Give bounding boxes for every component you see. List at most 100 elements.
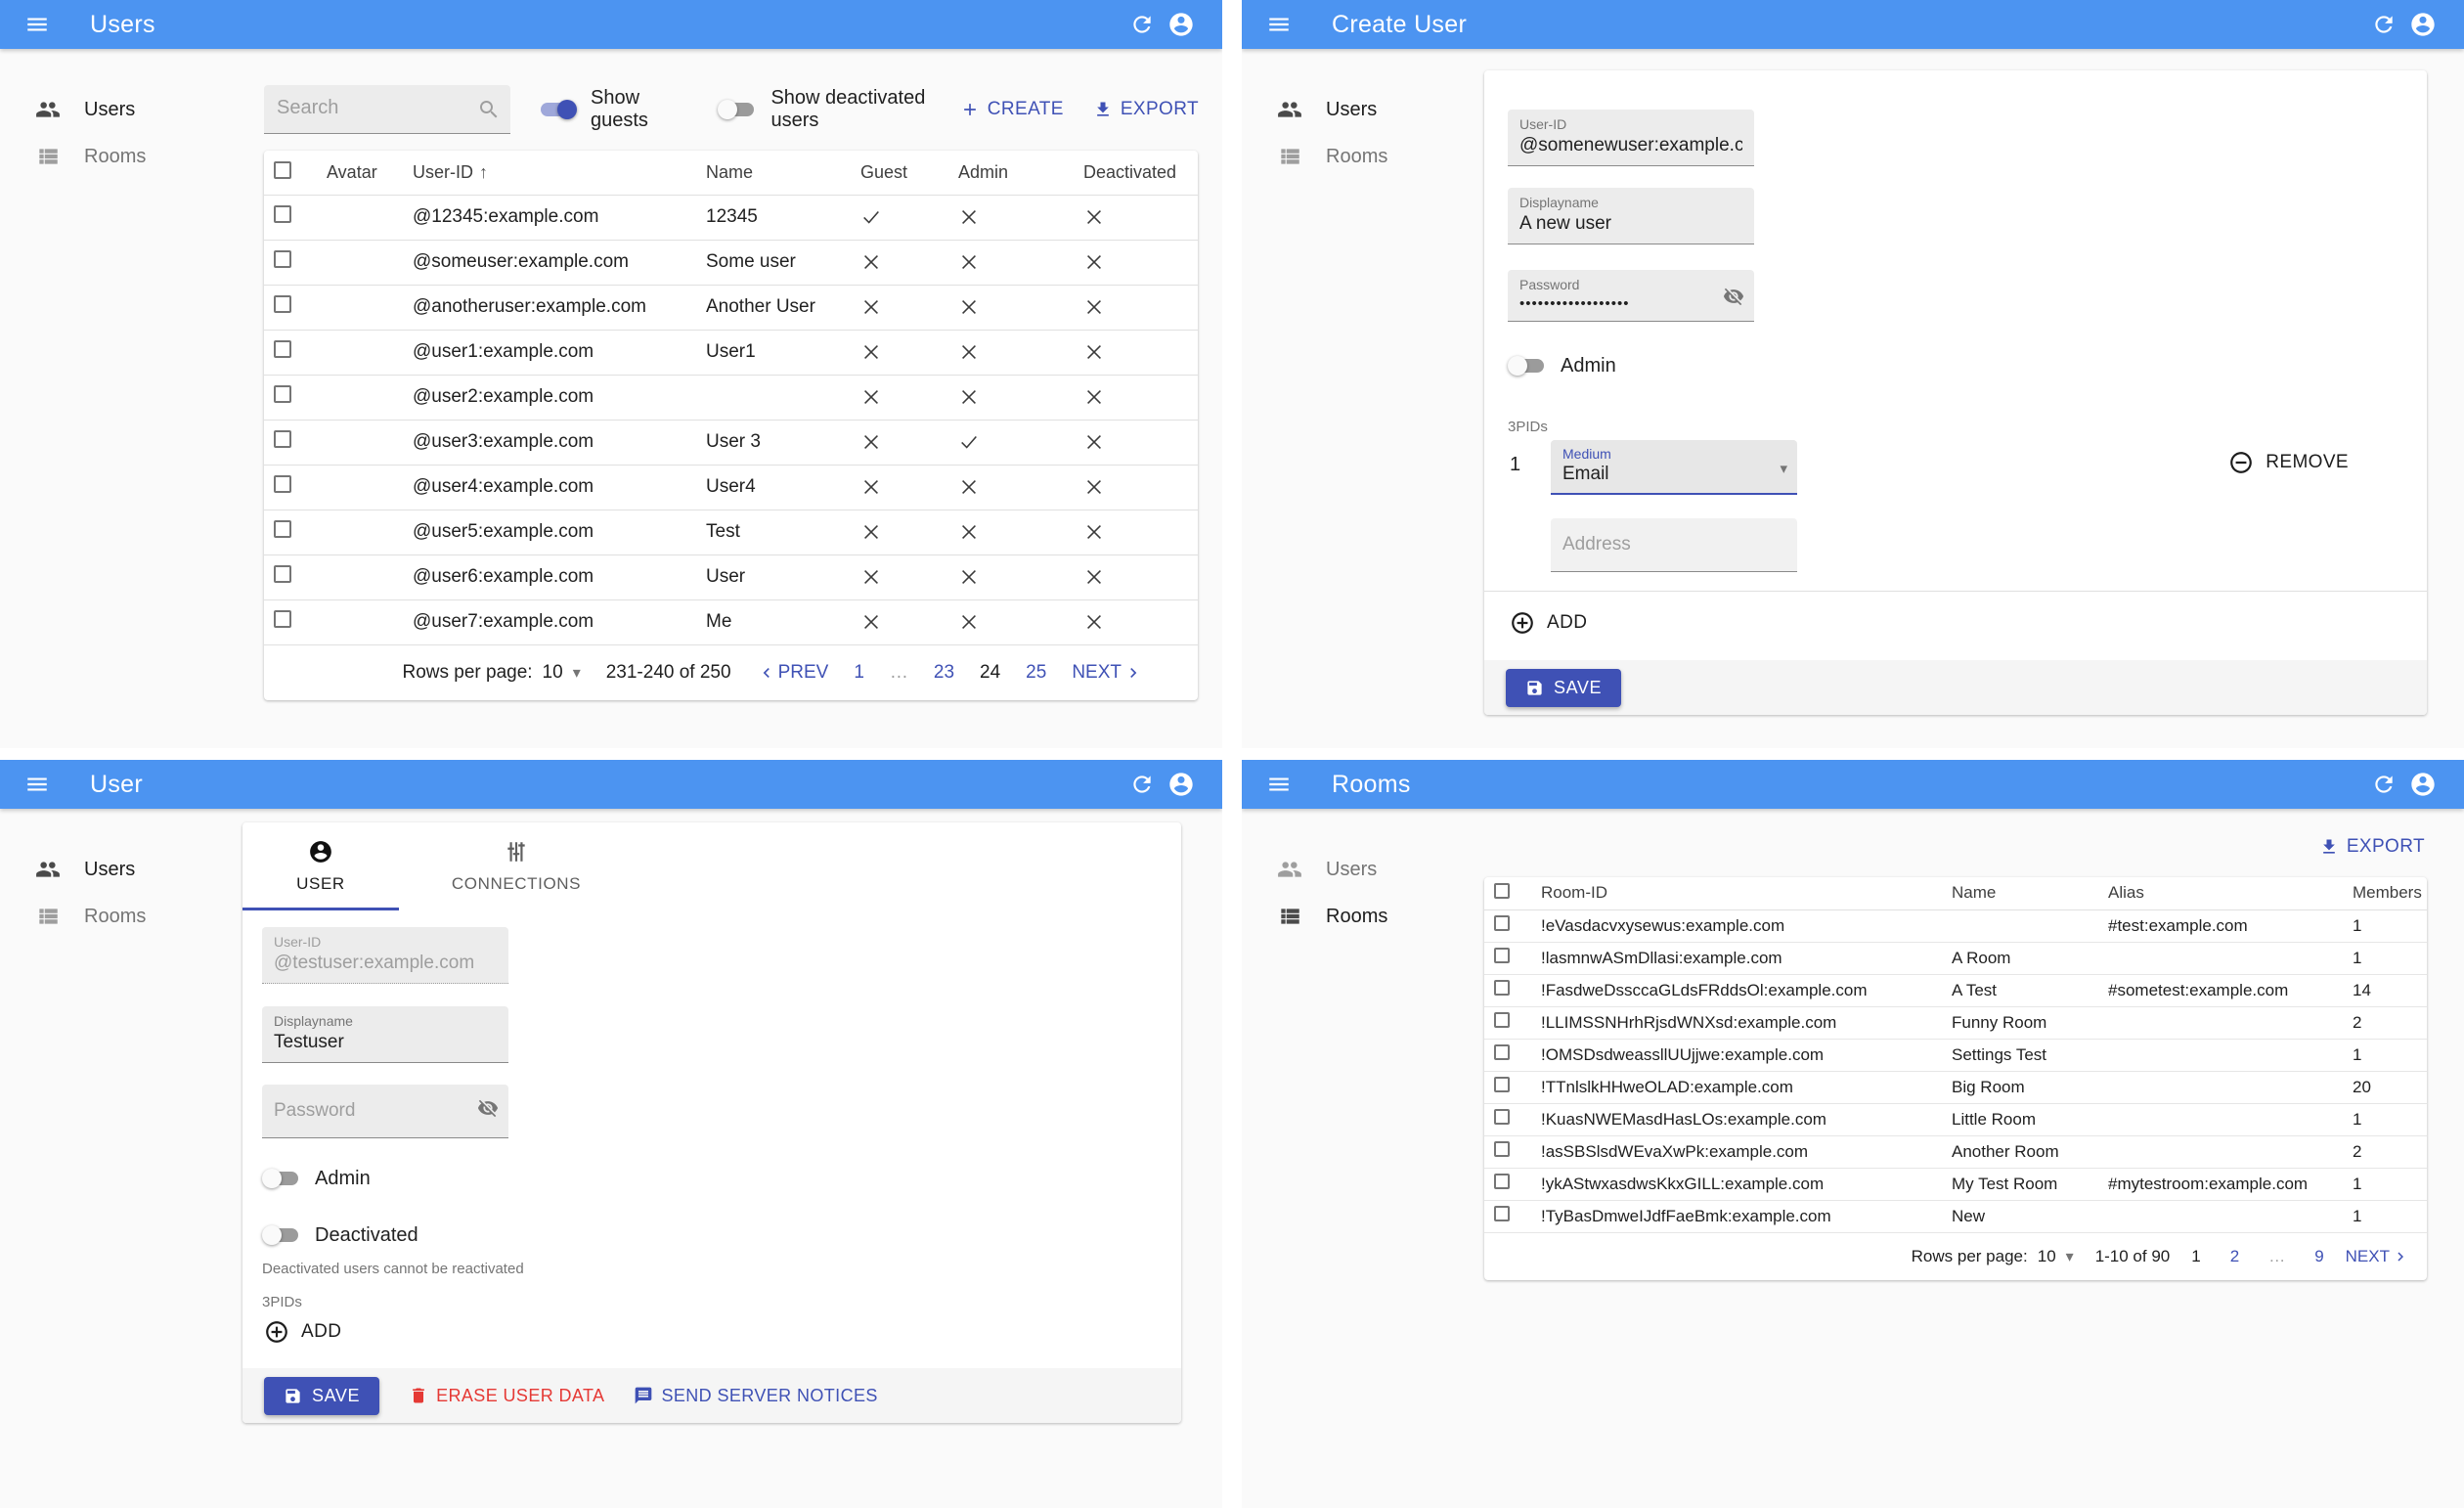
erase-user-data-button[interactable]: ERASE USER DATA: [409, 1386, 604, 1406]
refresh-icon[interactable]: [1122, 5, 1162, 44]
deactivated-toggle[interactable]: [262, 1223, 301, 1247]
menu-icon[interactable]: [1259, 5, 1298, 44]
menu-icon[interactable]: [18, 765, 57, 804]
save-button[interactable]: SAVE: [1506, 668, 1622, 707]
row-checkbox[interactable]: [1494, 948, 1510, 963]
row-checkbox[interactable]: [274, 385, 291, 403]
table-row[interactable]: !FasdweDssccaGLdsFRddsOl:example.com A Te…: [1484, 974, 2427, 1007]
sidebar-item-users[interactable]: Users: [0, 86, 242, 133]
show-deactivated-toggle[interactable]: [718, 98, 757, 121]
show-guests-toggle[interactable]: [538, 98, 577, 121]
row-checkbox[interactable]: [1494, 1044, 1510, 1060]
row-checkbox[interactable]: [1494, 1206, 1510, 1221]
row-checkbox[interactable]: [1494, 915, 1510, 931]
displayname-input[interactable]: [1519, 213, 1742, 235]
table-row[interactable]: !lasmnwASmDllasi:example.com A Room 1: [1484, 942, 2427, 975]
remove-threepid-button[interactable]: REMOVE: [2228, 450, 2349, 475]
table-row[interactable]: !asSBSlsdWEvaXwPk:example.com Another Roo…: [1484, 1135, 2427, 1169]
row-checkbox[interactable]: [1494, 1174, 1510, 1189]
save-button[interactable]: SAVE: [264, 1376, 380, 1415]
row-checkbox[interactable]: [274, 520, 291, 538]
displayname-input[interactable]: [274, 1032, 497, 1053]
displayname-field[interactable]: Displayname: [1508, 188, 1754, 244]
row-checkbox[interactable]: [274, 565, 291, 583]
address-field[interactable]: [1551, 518, 1797, 572]
rows-per-page-select[interactable]: Rows per page: 10 ▾: [402, 662, 580, 684]
visibility-off-icon[interactable]: [477, 1097, 499, 1124]
table-row[interactable]: !LLIMSSNHrhRjsdWNXsd:example.com Funny Ro…: [1484, 1006, 2427, 1040]
table-row[interactable]: !TyBasDmweIJdfFaeBmk:example.com New 1: [1484, 1200, 2427, 1233]
sidebar-item-users[interactable]: Users: [1242, 86, 1484, 133]
prev-page-button[interactable]: PREV: [757, 662, 828, 684]
password-field[interactable]: [262, 1085, 508, 1138]
address-input[interactable]: [1562, 534, 1785, 555]
export-button[interactable]: EXPORT: [1093, 99, 1199, 120]
row-checkbox[interactable]: [274, 295, 291, 313]
table-row[interactable]: !OMSDsdweassllUUjjwe:example.com Settings…: [1484, 1039, 2427, 1072]
add-threepid-button[interactable]: ADD: [264, 1319, 341, 1345]
page-link[interactable]: 2: [2230, 1247, 2239, 1266]
table-row[interactable]: @12345:example.com 12345: [264, 195, 1198, 241]
account-circle-icon[interactable]: [2403, 765, 2442, 804]
tab-connections[interactable]: CONNECTIONS: [399, 822, 634, 910]
add-threepid-button[interactable]: ADD: [1510, 610, 1587, 636]
page-link[interactable]: 23: [934, 662, 954, 684]
table-row[interactable]: @user2:example.com: [264, 375, 1198, 421]
row-checkbox[interactable]: [274, 340, 291, 358]
select-all-checkbox[interactable]: [1494, 882, 1510, 899]
table-row[interactable]: @user4:example.com User4: [264, 465, 1198, 510]
account-circle-icon[interactable]: [1162, 765, 1201, 804]
row-checkbox[interactable]: [274, 205, 291, 223]
search-input[interactable]: [264, 85, 510, 134]
tab-user[interactable]: USER: [242, 822, 399, 910]
row-checkbox[interactable]: [1494, 1141, 1510, 1157]
row-checkbox[interactable]: [274, 475, 291, 493]
table-row[interactable]: !KuasNWEMasdHasLOs:example.com Little Roo…: [1484, 1103, 2427, 1136]
table-row[interactable]: @user5:example.com Test: [264, 510, 1198, 555]
row-checkbox[interactable]: [274, 610, 291, 628]
table-row[interactable]: @someuser:example.com Some user: [264, 240, 1198, 286]
row-checkbox[interactable]: [1494, 1077, 1510, 1092]
sidebar-item-users[interactable]: Users: [0, 846, 242, 893]
next-page-button[interactable]: NEXT: [1072, 662, 1143, 684]
displayname-field[interactable]: Displayname: [262, 1006, 508, 1063]
sidebar-item-rooms[interactable]: Rooms: [0, 893, 242, 940]
sidebar-item-users[interactable]: Users: [1242, 846, 1484, 893]
create-button[interactable]: CREATE: [960, 99, 1064, 120]
account-circle-icon[interactable]: [1162, 5, 1201, 44]
col-room-id[interactable]: Room-ID: [1531, 877, 1942, 910]
table-row[interactable]: @user1:example.com User1: [264, 330, 1198, 376]
search-field[interactable]: [277, 97, 462, 119]
table-row[interactable]: !ykAStwxasdwsKkxGILL:example.com My Test …: [1484, 1168, 2427, 1201]
export-button[interactable]: EXPORT: [2319, 836, 2425, 858]
row-checkbox[interactable]: [274, 250, 291, 268]
visibility-off-icon[interactable]: [1723, 286, 1744, 312]
admin-toggle[interactable]: [262, 1167, 301, 1190]
menu-icon[interactable]: [18, 5, 57, 44]
user-id-field[interactable]: User-ID: [1508, 110, 1754, 166]
admin-toggle[interactable]: [1508, 354, 1547, 377]
select-all-checkbox[interactable]: [274, 160, 291, 179]
password-input[interactable]: [274, 1100, 497, 1122]
table-row[interactable]: !TTnlslkHHweOLAD:example.com Big Room 20: [1484, 1071, 2427, 1104]
row-checkbox[interactable]: [274, 430, 291, 448]
menu-icon[interactable]: [1259, 765, 1298, 804]
account-circle-icon[interactable]: [2403, 5, 2442, 44]
password-field[interactable]: Password ••••••••••••••••••: [1508, 270, 1754, 322]
user-id-input[interactable]: [1519, 135, 1742, 156]
table-row[interactable]: @user7:example.com Me: [264, 599, 1198, 645]
row-checkbox[interactable]: [1494, 1109, 1510, 1125]
rows-per-page-select[interactable]: Rows per page: 10 ▾: [1912, 1247, 2074, 1266]
refresh-icon[interactable]: [2364, 5, 2403, 44]
sidebar-item-rooms[interactable]: Rooms: [1242, 133, 1484, 180]
col-user-id[interactable]: User-ID ↑: [403, 151, 696, 196]
page-link[interactable]: 25: [1026, 662, 1046, 684]
refresh-icon[interactable]: [1122, 765, 1162, 804]
table-row[interactable]: @user6:example.com User: [264, 554, 1198, 600]
sidebar-item-rooms[interactable]: Rooms: [0, 133, 242, 180]
table-row[interactable]: @user3:example.com User 3: [264, 420, 1198, 466]
page-link[interactable]: 9: [2314, 1247, 2323, 1266]
refresh-icon[interactable]: [2364, 765, 2403, 804]
sidebar-item-rooms[interactable]: Rooms: [1242, 893, 1484, 940]
medium-select[interactable]: Medium Email ▾: [1551, 440, 1797, 495]
